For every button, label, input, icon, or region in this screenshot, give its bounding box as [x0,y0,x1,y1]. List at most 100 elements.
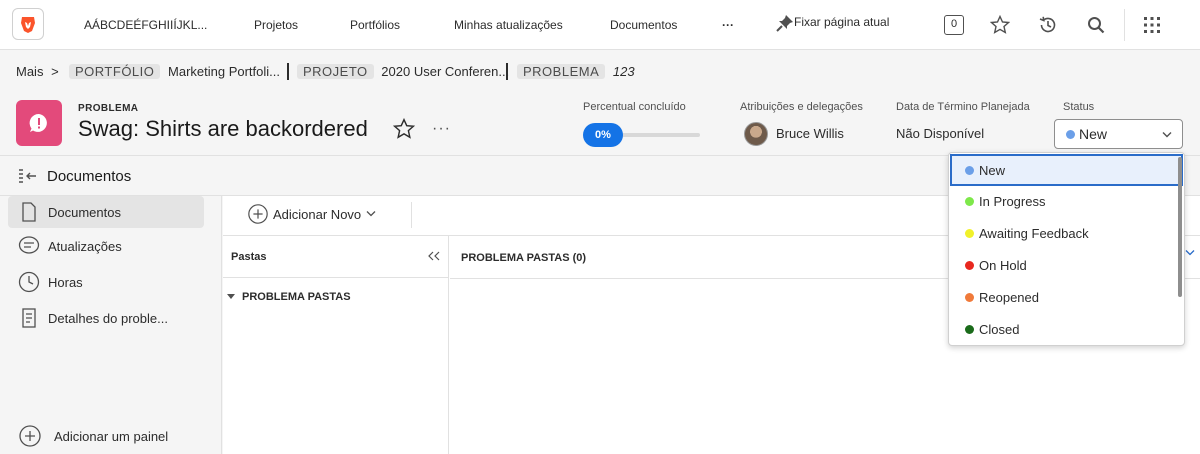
sidebar-item-detalhes[interactable]: Detalhes do proble... [8,302,204,334]
clock-icon [18,271,40,293]
breadcrumb-project-name: 2020 User Conferen... [381,64,510,79]
percent-complete-track[interactable] [618,133,700,137]
folders-title: Pastas [231,251,267,263]
sidebar-item-label: Atualizações [48,238,122,254]
status-dot [965,165,974,175]
sidebar-item-documentos[interactable]: Documentos [8,196,204,228]
due-date-value[interactable]: Não Disponível [896,126,984,141]
notification-count[interactable]: 0 [944,15,964,35]
star-icon [990,15,1010,34]
status-option-label: Awaiting Feedback [979,225,1089,241]
assignee-name[interactable]: Bruce Willis [776,126,844,141]
speech-bubble-alert-icon [29,113,47,132]
pin-page-label: Fixar página atual [794,15,890,29]
avatar[interactable] [744,122,768,146]
status-option-label: In Progress [979,193,1046,209]
double-chevron-left-icon[interactable] [428,251,440,261]
chevron-down-icon [366,211,376,217]
status-dot [965,324,974,334]
sidebar: Documentos Atualizações Horas Detalhes d… [0,196,222,454]
chevron-down-icon[interactable] [1185,249,1195,257]
status-dropdown-menu: New In Progress Awaiting Feedback On Hol… [948,152,1185,346]
star-icon [393,118,415,139]
breadcrumb-portfolio-tag: PORTFÓLIO [69,64,161,79]
add-panel-button[interactable]: Adicionar um painel [18,424,168,448]
folder-group-label: PROBLEMA PASTAS [242,291,351,303]
breadcrumb-issue: PROBLEMA 123 [517,58,635,86]
grid-icon [1144,17,1160,33]
sidebar-item-label: Detalhes do proble... [48,310,168,326]
status-dot [965,292,974,302]
breadcrumb-mais[interactable]: Mais > [16,58,59,86]
percent-complete-value[interactable]: 0% [583,123,623,147]
status-option-in-progress[interactable]: In Progress [950,185,1183,217]
top-navigation: AÁBCDEÉFGHIIÍJKL... Projetos Portfólios … [0,0,1200,50]
search-button[interactable] [1084,13,1108,37]
status-option-on-hold[interactable]: On Hold [950,249,1183,281]
panel-title: Documentos [47,168,132,185]
nav-divider [1124,9,1125,41]
issue-type-label: PROBLEMA [78,103,139,114]
folders-panel: Pastas PROBLEMA PASTAS [223,236,449,454]
nav-portfolios[interactable]: Portfólios [350,0,400,50]
nav-projetos[interactable]: Projetos [254,0,298,50]
page-title: Swag: Shirts are backordered [78,116,368,141]
breadcrumb-project[interactable]: PROJETO 2020 User Conferen... [297,58,509,86]
sidebar-item-label: Horas [48,274,83,290]
folder-group-toggle[interactable]: PROBLEMA PASTAS [227,291,351,303]
status-selected-value: New [1079,126,1108,142]
toolbar-divider [411,202,412,228]
dropdown-scrollbar[interactable] [1178,157,1182,297]
nav-minhas-atualizacoes[interactable]: Minhas atualizações [454,0,563,50]
search-icon [1088,17,1105,34]
due-date-label: Data de Término Planejada [896,101,1030,113]
list-title: PROBLEMA PASTAS (0) [461,252,587,264]
status-option-new[interactable]: New [950,154,1183,186]
status-option-label: Reopened [979,289,1039,305]
status-dot [965,228,974,238]
folders-header: Pastas [223,236,448,278]
app-logo[interactable] [12,8,44,40]
status-dot [965,260,974,270]
percent-complete-label: Percentual concluído [583,101,686,113]
breadcrumb-issue-tag: PROBLEMA [517,64,606,79]
chevron-right-icon: > [51,64,59,79]
status-dot [1066,130,1075,139]
status-dot [965,196,974,206]
status-option-closed[interactable]: Closed [950,313,1183,345]
breadcrumb-project-tag: PROJETO [297,64,374,79]
breadcrumb-issue-id: 123 [612,64,635,79]
breadcrumb-portfolio[interactable]: PORTFÓLIO Marketing Portfoli... [69,58,280,86]
sidebar-item-label: Documentos [48,204,121,220]
favorite-button[interactable] [988,13,1012,37]
updates-icon [18,235,40,257]
plus-circle-icon [248,204,268,224]
issue-more-button[interactable]: ··· [432,120,451,138]
favorite-issue-button[interactable] [392,117,416,141]
nav-documentos[interactable]: Documentos [610,0,677,50]
sidebar-item-horas[interactable]: Horas [8,266,204,298]
status-option-label: Closed [979,321,1020,337]
breadcrumb-mais-label: Mais [16,64,44,79]
details-icon [18,307,40,329]
add-panel-label: Adicionar um painel [54,428,169,444]
workspace-switcher[interactable]: AÁBCDEÉFGHIIÍJKL... [84,0,207,50]
pin-icon [776,14,793,32]
status-option-label: On Hold [979,257,1027,273]
status-option-reopened[interactable]: Reopened [950,281,1183,313]
issue-type-icon [16,100,62,146]
history-icon [1039,16,1056,33]
app-launcher-button[interactable] [1140,13,1164,37]
pin-page-button[interactable]: Fixar página atual [776,0,889,44]
status-select[interactable]: New [1054,119,1183,149]
collapse-panel-icon[interactable] [18,168,38,184]
breadcrumb-divider [506,63,508,80]
document-icon [18,201,40,223]
breadcrumb-divider [287,63,289,80]
recents-button[interactable] [1036,13,1060,37]
status-option-awaiting-feedback[interactable]: Awaiting Feedback [950,217,1183,249]
sidebar-item-atualizacoes[interactable]: Atualizações [8,230,204,262]
add-new-button[interactable]: Adicionar Novo [247,203,376,225]
caret-down-icon [227,294,235,299]
nav-more-button[interactable]: ··· [722,0,734,50]
